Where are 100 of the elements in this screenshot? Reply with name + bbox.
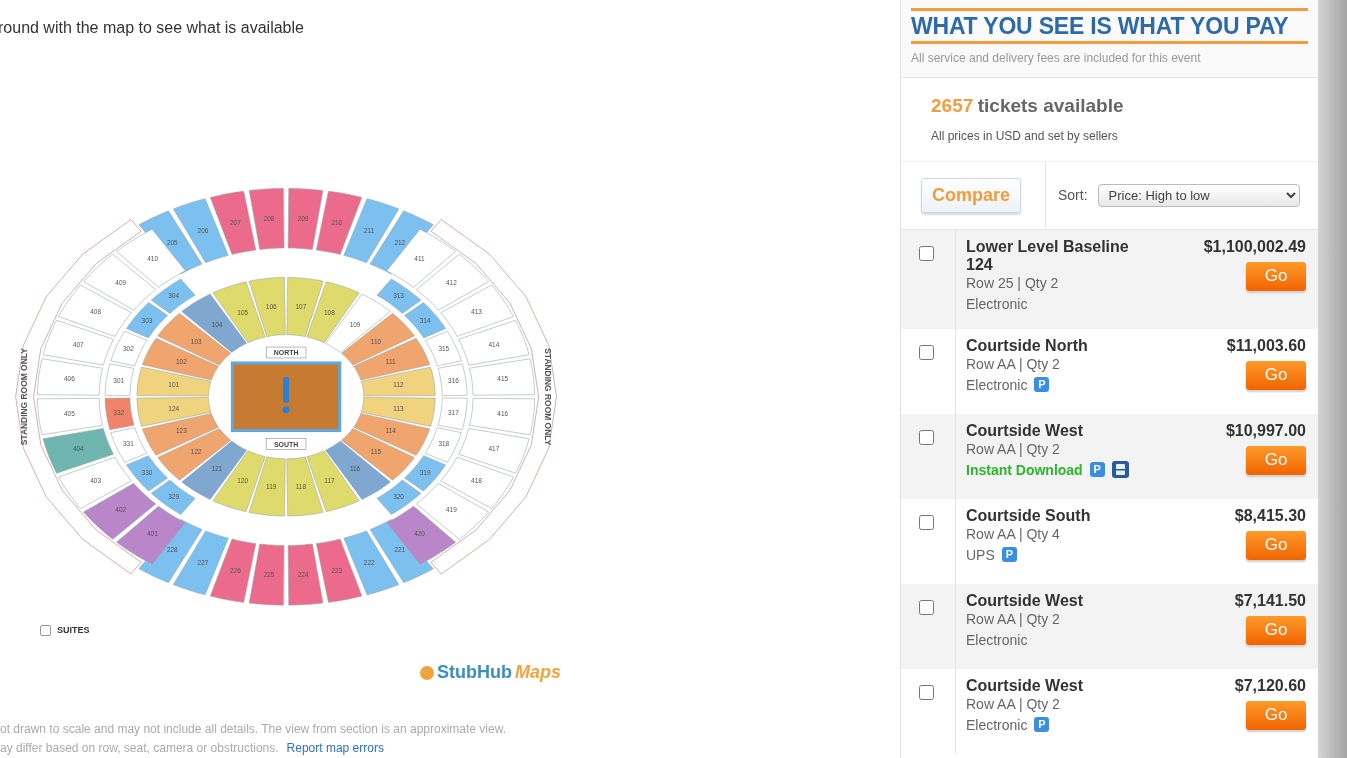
- seating-section[interactable]: [386, 228, 456, 288]
- seating-section[interactable]: [157, 312, 231, 366]
- seating-section[interactable]: [458, 320, 530, 366]
- compare-checkbox[interactable]: [919, 245, 934, 261]
- seating-section[interactable]: [142, 413, 219, 456]
- listing-title[interactable]: Lower Level Baseline 124: [966, 237, 1156, 274]
- seating-section[interactable]: [386, 505, 456, 565]
- seating-section[interactable]: [126, 302, 168, 339]
- seating-section[interactable]: [150, 479, 196, 515]
- disclaimer-text: ay differ based on row, seat, camera or obstructions.: [0, 741, 279, 755]
- seating-section[interactable]: [104, 363, 135, 396]
- seating-section[interactable]: [440, 284, 514, 337]
- ticket-count: 2657: [931, 95, 974, 116]
- seating-section[interactable]: [341, 428, 415, 481]
- seating-section[interactable]: [181, 440, 247, 500]
- seating-section[interactable]: [37, 398, 103, 436]
- seating-section[interactable]: [316, 190, 363, 255]
- seating-section[interactable]: [116, 505, 186, 565]
- seating-section[interactable]: [157, 428, 231, 481]
- banner-subtitle: All service and delivery fees are included for this event: [911, 50, 1202, 67]
- seating-section[interactable]: [306, 281, 360, 343]
- listing-title[interactable]: Courtside West: [966, 591, 1163, 610]
- seating-section[interactable]: [404, 455, 446, 492]
- seating-section[interactable]: [306, 450, 360, 512]
- seating-section[interactable]: [424, 330, 462, 367]
- delivery-method: Electronic: [966, 715, 1028, 735]
- seating-section[interactable]: [353, 337, 431, 381]
- seating-section[interactable]: [110, 330, 148, 367]
- listing-price: $7,120.60: [1234, 676, 1306, 695]
- compare-checkbox[interactable]: [919, 344, 934, 360]
- seating-section[interactable]: [83, 483, 156, 540]
- seating-section[interactable]: [248, 456, 286, 517]
- seating-section[interactable]: [437, 363, 468, 396]
- seating-section[interactable]: [469, 398, 535, 436]
- listing-title[interactable]: Courtside North: [966, 336, 1163, 355]
- seating-section[interactable]: [458, 428, 530, 474]
- seating-section[interactable]: [325, 293, 391, 353]
- seating-section[interactable]: [287, 188, 324, 250]
- seating-section[interactable]: [360, 366, 436, 397]
- sort-dropdown[interactable]: Price: High to low: [1097, 183, 1300, 207]
- seating-section[interactable]: [286, 277, 324, 337]
- seating-section[interactable]: [126, 455, 168, 492]
- marker-icon: [282, 376, 290, 414]
- listing-detail: Row 25 | Qty 2: [966, 273, 1060, 293]
- seating-section[interactable]: [110, 427, 148, 463]
- compare-checkbox[interactable]: [919, 429, 934, 445]
- seating-section[interactable]: [58, 456, 132, 509]
- seating-section[interactable]: [83, 253, 156, 311]
- seating-section[interactable]: [210, 538, 257, 603]
- ticket-count-label: tickets available: [977, 95, 1124, 116]
- seating-section[interactable]: [404, 302, 446, 339]
- seating-section[interactable]: [42, 320, 114, 366]
- listing-price: $10,997.00: [1225, 421, 1306, 440]
- card-icon: [1111, 461, 1129, 478]
- seating-section[interactable]: [104, 397, 135, 430]
- compare-checkbox[interactable]: [919, 599, 934, 615]
- listing-detail: Row AA | Qty 4: [966, 524, 1061, 544]
- seating-section[interactable]: [424, 427, 462, 463]
- seating-section[interactable]: [210, 190, 257, 255]
- seating-section[interactable]: [360, 397, 436, 427]
- seating-section[interactable]: [136, 366, 212, 397]
- seating-section[interactable]: [353, 413, 431, 456]
- seating-section[interactable]: [248, 543, 285, 606]
- compare-checkbox[interactable]: [919, 514, 934, 530]
- listing-price: $7,141.50: [1234, 591, 1306, 610]
- seating-section[interactable]: [248, 277, 286, 337]
- seating-section[interactable]: [316, 538, 363, 603]
- seating-section[interactable]: [58, 284, 132, 337]
- seating-section[interactable]: [142, 337, 219, 381]
- listing-title[interactable]: Courtside South: [966, 506, 1163, 525]
- delivery-method: Instant Download: [966, 460, 1083, 480]
- seating-section[interactable]: [416, 483, 490, 540]
- compare-checkbox[interactable]: [919, 684, 934, 700]
- zone-label-background: [265, 438, 307, 450]
- logo-text: Maps: [515, 661, 561, 684]
- zone-label-background: [265, 346, 307, 359]
- sort-label: Sort:: [1058, 185, 1088, 205]
- seating-section[interactable]: [248, 188, 285, 250]
- seating-section[interactable]: [181, 293, 247, 353]
- seating-section[interactable]: [341, 312, 415, 366]
- seating-section[interactable]: [325, 440, 391, 500]
- seating-section[interactable]: [212, 281, 266, 343]
- seating-section[interactable]: [376, 479, 422, 515]
- seating-section[interactable]: [469, 358, 535, 396]
- legend-checkbox[interactable]: [40, 624, 51, 636]
- listing-title[interactable]: Courtside West: [966, 676, 1163, 695]
- seating-section[interactable]: [150, 278, 196, 314]
- seating-section[interactable]: [287, 543, 324, 606]
- seating-section[interactable]: [42, 428, 114, 474]
- seating-section[interactable]: [440, 456, 514, 509]
- seating-section[interactable]: [136, 397, 212, 427]
- seating-section[interactable]: [376, 278, 422, 314]
- listing-title[interactable]: Courtside West: [966, 421, 1163, 440]
- seating-section[interactable]: [116, 228, 186, 288]
- seating-section[interactable]: [212, 450, 266, 512]
- seating-section[interactable]: [37, 358, 103, 396]
- seating-section[interactable]: [286, 456, 324, 517]
- seating-section[interactable]: [416, 253, 490, 311]
- report-link[interactable]: Report map errors: [286, 741, 384, 755]
- seating-section[interactable]: [437, 397, 468, 430]
